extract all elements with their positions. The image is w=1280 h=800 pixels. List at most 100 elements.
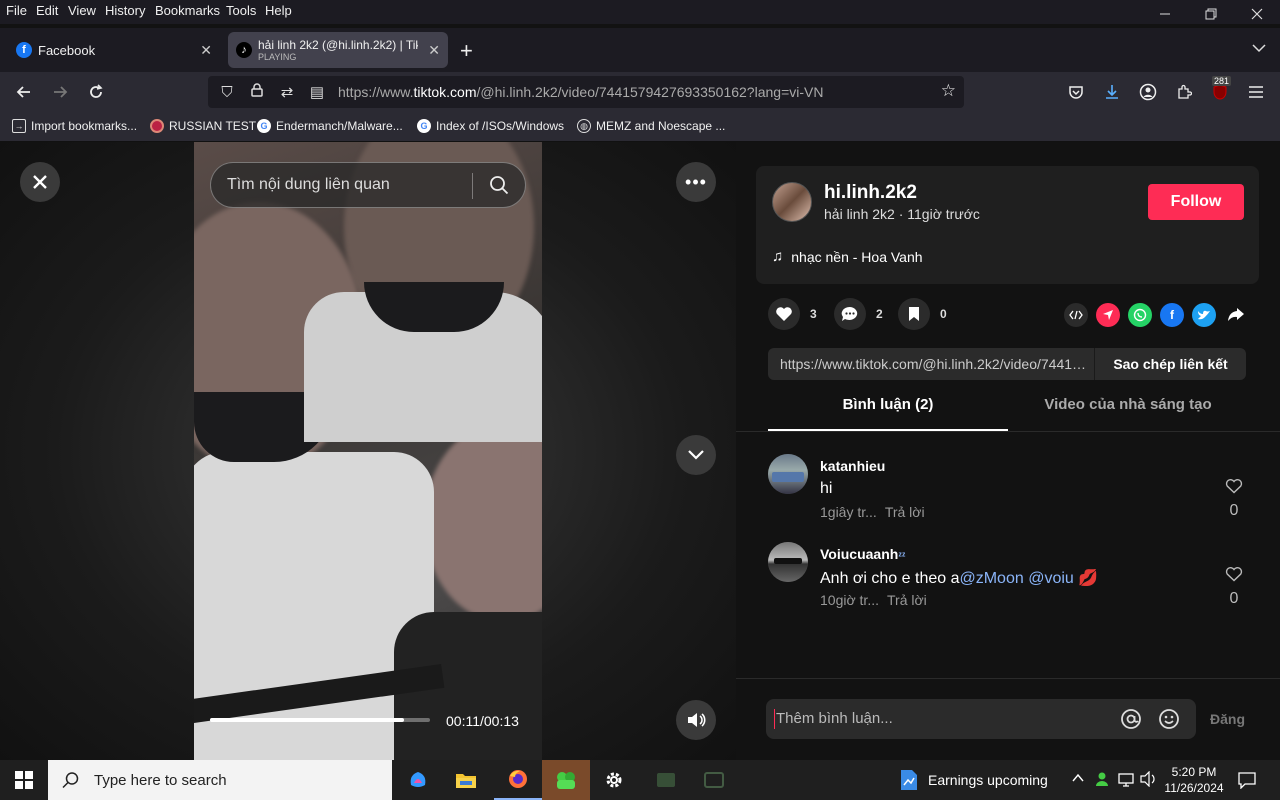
video-player[interactable] [194, 142, 542, 760]
reply-button[interactable]: Trả lời [887, 592, 927, 608]
video-area[interactable]: Tìm nội dung liên quan ••• 00:11/00:13 [0, 142, 736, 760]
like-stat[interactable]: 3 [768, 298, 817, 330]
share-url[interactable]: https://www.tiktok.com/@hi.linh.2k2/vide… [780, 356, 1090, 372]
volume-tray-icon[interactable] [1140, 770, 1158, 792]
close-window-button[interactable] [1234, 0, 1280, 28]
music-link[interactable]: ♫ nhạc nền - Hoa Vanh [772, 248, 923, 265]
back-button[interactable] [10, 78, 38, 106]
reader-view-icon[interactable]: ▤ [306, 83, 328, 101]
tab-title: Facebook [38, 42, 96, 58]
close-video-button[interactable] [20, 162, 60, 202]
network-icon[interactable] [1118, 772, 1134, 793]
search-placeholder: Tìm nội dung liên quan [227, 176, 390, 193]
tab-facebook[interactable]: f Facebook ✕ [4, 32, 220, 68]
bookmark-endermanch[interactable]: G Endermanch/Malware... [257, 119, 403, 133]
comment-avatar[interactable] [768, 542, 808, 582]
bookmark-import[interactable]: → Import bookmarks... [12, 119, 137, 133]
notification-icon[interactable] [1238, 771, 1256, 794]
bookmark-isos[interactable]: G Index of /ISOs/Windows [417, 119, 564, 133]
reload-button[interactable] [82, 78, 110, 106]
menu-tools[interactable]: Tools [226, 3, 256, 18]
lock-icon[interactable] [246, 83, 268, 101]
twitter-icon[interactable] [1192, 303, 1216, 327]
permissions-icon[interactable]: ⇄ [276, 83, 298, 101]
volume-button[interactable] [676, 700, 716, 740]
tab-tiktok[interactable]: ♪ hải linh 2k2 (@hi.linh.2k2) | TikT PLA… [228, 32, 448, 68]
bookmark-memz[interactable]: ◍ MEMZ and Noescape ... [577, 119, 725, 133]
comment-username[interactable]: Voiucuaanhᶻᶻ [820, 546, 906, 562]
bookmark-russian-test[interactable]: RUSSIAN TEST [150, 119, 256, 133]
emoji-icon[interactable] [1158, 708, 1180, 734]
minimize-button[interactable] [1142, 0, 1188, 28]
chevron-up-icon[interactable] [1072, 772, 1084, 786]
start-button[interactable] [0, 760, 48, 800]
app-icon-dim[interactable] [642, 760, 690, 800]
downloads-icon[interactable] [1098, 78, 1126, 106]
more-options-button[interactable]: ••• [676, 162, 716, 202]
menu-view[interactable]: View [68, 3, 96, 18]
new-tab-button[interactable]: + [460, 38, 473, 64]
forward-button[interactable] [46, 78, 74, 106]
app-icon-green[interactable] [542, 760, 590, 800]
copy-link-button[interactable]: Sao chép liên kết [1094, 348, 1246, 380]
pocket-icon[interactable] [1062, 78, 1090, 106]
author-username[interactable]: hi.linh.2k2 [824, 182, 917, 204]
video-progress-fill [210, 718, 404, 722]
copilot-icon[interactable] [394, 760, 442, 800]
search-icon[interactable] [489, 175, 509, 200]
list-tabs-button[interactable] [1252, 40, 1266, 58]
mention-icon[interactable] [1120, 708, 1142, 734]
avatar[interactable] [772, 182, 812, 222]
firefox-icon[interactable] [494, 760, 542, 800]
menu-file[interactable]: File [6, 3, 27, 18]
tab-close-icon[interactable]: ✕ [200, 42, 212, 59]
follow-button[interactable]: Follow [1148, 184, 1244, 220]
tab-creator-videos[interactable]: Video của nhà sáng tạo [1008, 396, 1248, 432]
ublock-icon[interactable]: 281 [1206, 76, 1234, 106]
menu-history[interactable]: History [105, 3, 145, 18]
app-menu-button[interactable] [1242, 78, 1270, 106]
related-search-input[interactable]: Tìm nội dung liên quan [210, 162, 526, 208]
comment-stat[interactable]: 2 [834, 298, 883, 330]
bookmark-star-icon[interactable]: ☆ [941, 81, 956, 101]
stocks-icon[interactable] [900, 769, 918, 796]
post-comment-button[interactable]: Đăng [1210, 711, 1245, 727]
reply-button[interactable]: Trả lời [885, 504, 925, 520]
tab-comments[interactable]: Bình luận (2) [768, 396, 1008, 432]
next-video-button[interactable] [676, 435, 716, 475]
taskbar-search[interactable]: Type here to search [48, 760, 392, 800]
shield-icon[interactable]: ⛉ [216, 84, 238, 101]
earnings-widget[interactable]: Earnings upcoming [928, 772, 1048, 788]
comment-input[interactable]: Thêm bình luận... [766, 699, 1196, 739]
file-explorer-icon[interactable] [442, 760, 490, 800]
comment-like-button[interactable] [1224, 478, 1244, 499]
tab-divider [736, 431, 1280, 432]
app-icon-dim-2[interactable] [690, 760, 738, 800]
comment-like-button[interactable] [1224, 566, 1244, 587]
whatsapp-icon[interactable] [1128, 303, 1152, 327]
extensions-icon[interactable] [1170, 78, 1198, 106]
user-tray-icon[interactable] [1094, 771, 1110, 792]
restore-button[interactable] [1188, 0, 1234, 28]
send-icon[interactable] [1096, 303, 1120, 327]
video-progress-bar[interactable] [210, 718, 430, 722]
facebook-share-icon[interactable]: f [1160, 303, 1184, 327]
system-clock[interactable]: 5:20 PM 11/26/2024 [1164, 764, 1224, 796]
windows-taskbar: Type here to search Earnings upcoming 5:… [0, 760, 1280, 800]
menu-help[interactable]: Help [265, 3, 292, 18]
comment-username[interactable]: katanhieu [820, 458, 885, 474]
tab-strip: f Facebook ✕ ♪ hải linh 2k2 (@hi.linh.2k… [0, 28, 1280, 72]
address-bar[interactable]: ⛉ ⇄ ▤ https://www.tiktok.com/@hi.linh.2k… [208, 76, 964, 108]
embed-icon[interactable] [1064, 303, 1088, 327]
comment-avatar[interactable] [768, 454, 808, 494]
sleep-emoji-icon: ᶻᶻ [898, 551, 906, 562]
url-text[interactable]: https://www.tiktok.com/@hi.linh.2k2/vide… [338, 84, 823, 100]
share-arrow-icon[interactable] [1224, 303, 1248, 327]
menu-bookmarks[interactable]: Bookmarks [155, 3, 220, 18]
google-icon: G [257, 119, 271, 133]
save-stat[interactable]: 0 [898, 298, 947, 330]
tab-close-icon[interactable]: ✕ [428, 42, 440, 59]
account-icon[interactable] [1134, 78, 1162, 106]
settings-gear-icon[interactable] [590, 760, 638, 800]
menu-edit[interactable]: Edit [36, 3, 58, 18]
